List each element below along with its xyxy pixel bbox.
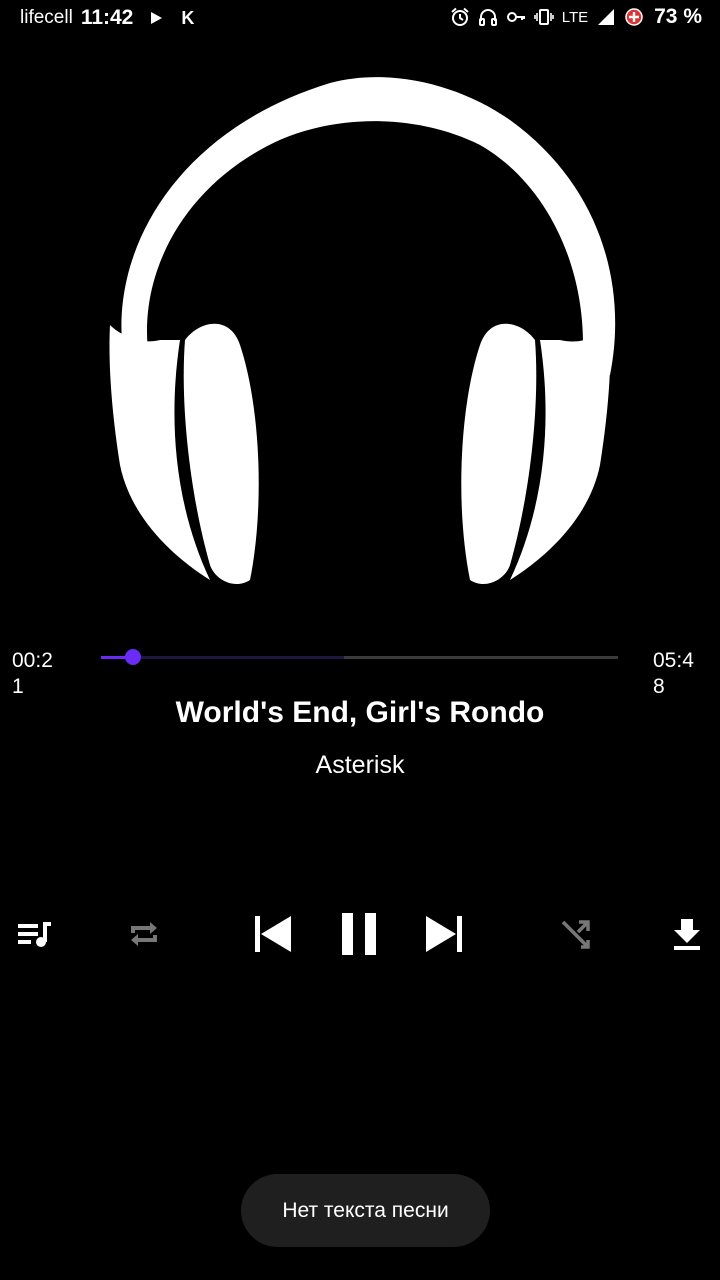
queue-music-icon (18, 922, 51, 947)
vibrate-icon (533, 7, 554, 27)
shuffle-button[interactable] (554, 912, 598, 956)
app-notification-letter: K (181, 7, 195, 28)
network-type: LTE (561, 8, 589, 26)
download-icon (674, 919, 700, 950)
status-time: 11:42 (80, 6, 134, 29)
skip-next-icon (426, 916, 462, 952)
queue-button[interactable] (12, 912, 56, 956)
carrier-name: lifecell (20, 7, 73, 28)
toast: Нет текста песни (241, 1174, 490, 1247)
repeat-icon (131, 922, 157, 946)
key-icon (506, 7, 526, 27)
toast-message: Нет текста песни (282, 1198, 449, 1222)
shuffle-icon (561, 920, 590, 949)
pause-icon (342, 913, 376, 955)
song-title: World's End, Girl's Rondo (175, 696, 545, 729)
seek-bar[interactable] (101, 649, 618, 665)
album-art (100, 75, 620, 595)
headphones-icon (109, 77, 616, 585)
play-icon (149, 11, 163, 25)
total-time: 05:48 (653, 649, 694, 698)
skip-previous-icon (255, 916, 291, 952)
battery-saver-icon (624, 7, 644, 27)
elapsed-time: 00:21 (12, 649, 53, 698)
status-bar: lifecell 11:42 K LTE 73 % (0, 0, 720, 34)
next-button[interactable] (421, 910, 469, 958)
signal-icon (596, 7, 616, 27)
song-artist[interactable]: Asterisk (0, 751, 720, 780)
download-button[interactable] (665, 912, 709, 956)
repeat-button[interactable] (122, 912, 166, 956)
seek-thumb[interactable] (125, 649, 142, 665)
alarm-icon (450, 7, 470, 27)
previous-button[interactable] (248, 910, 296, 958)
play-pause-button[interactable] (334, 908, 384, 960)
headphones-icon (478, 7, 498, 27)
battery-percent: 73 % (654, 5, 702, 28)
